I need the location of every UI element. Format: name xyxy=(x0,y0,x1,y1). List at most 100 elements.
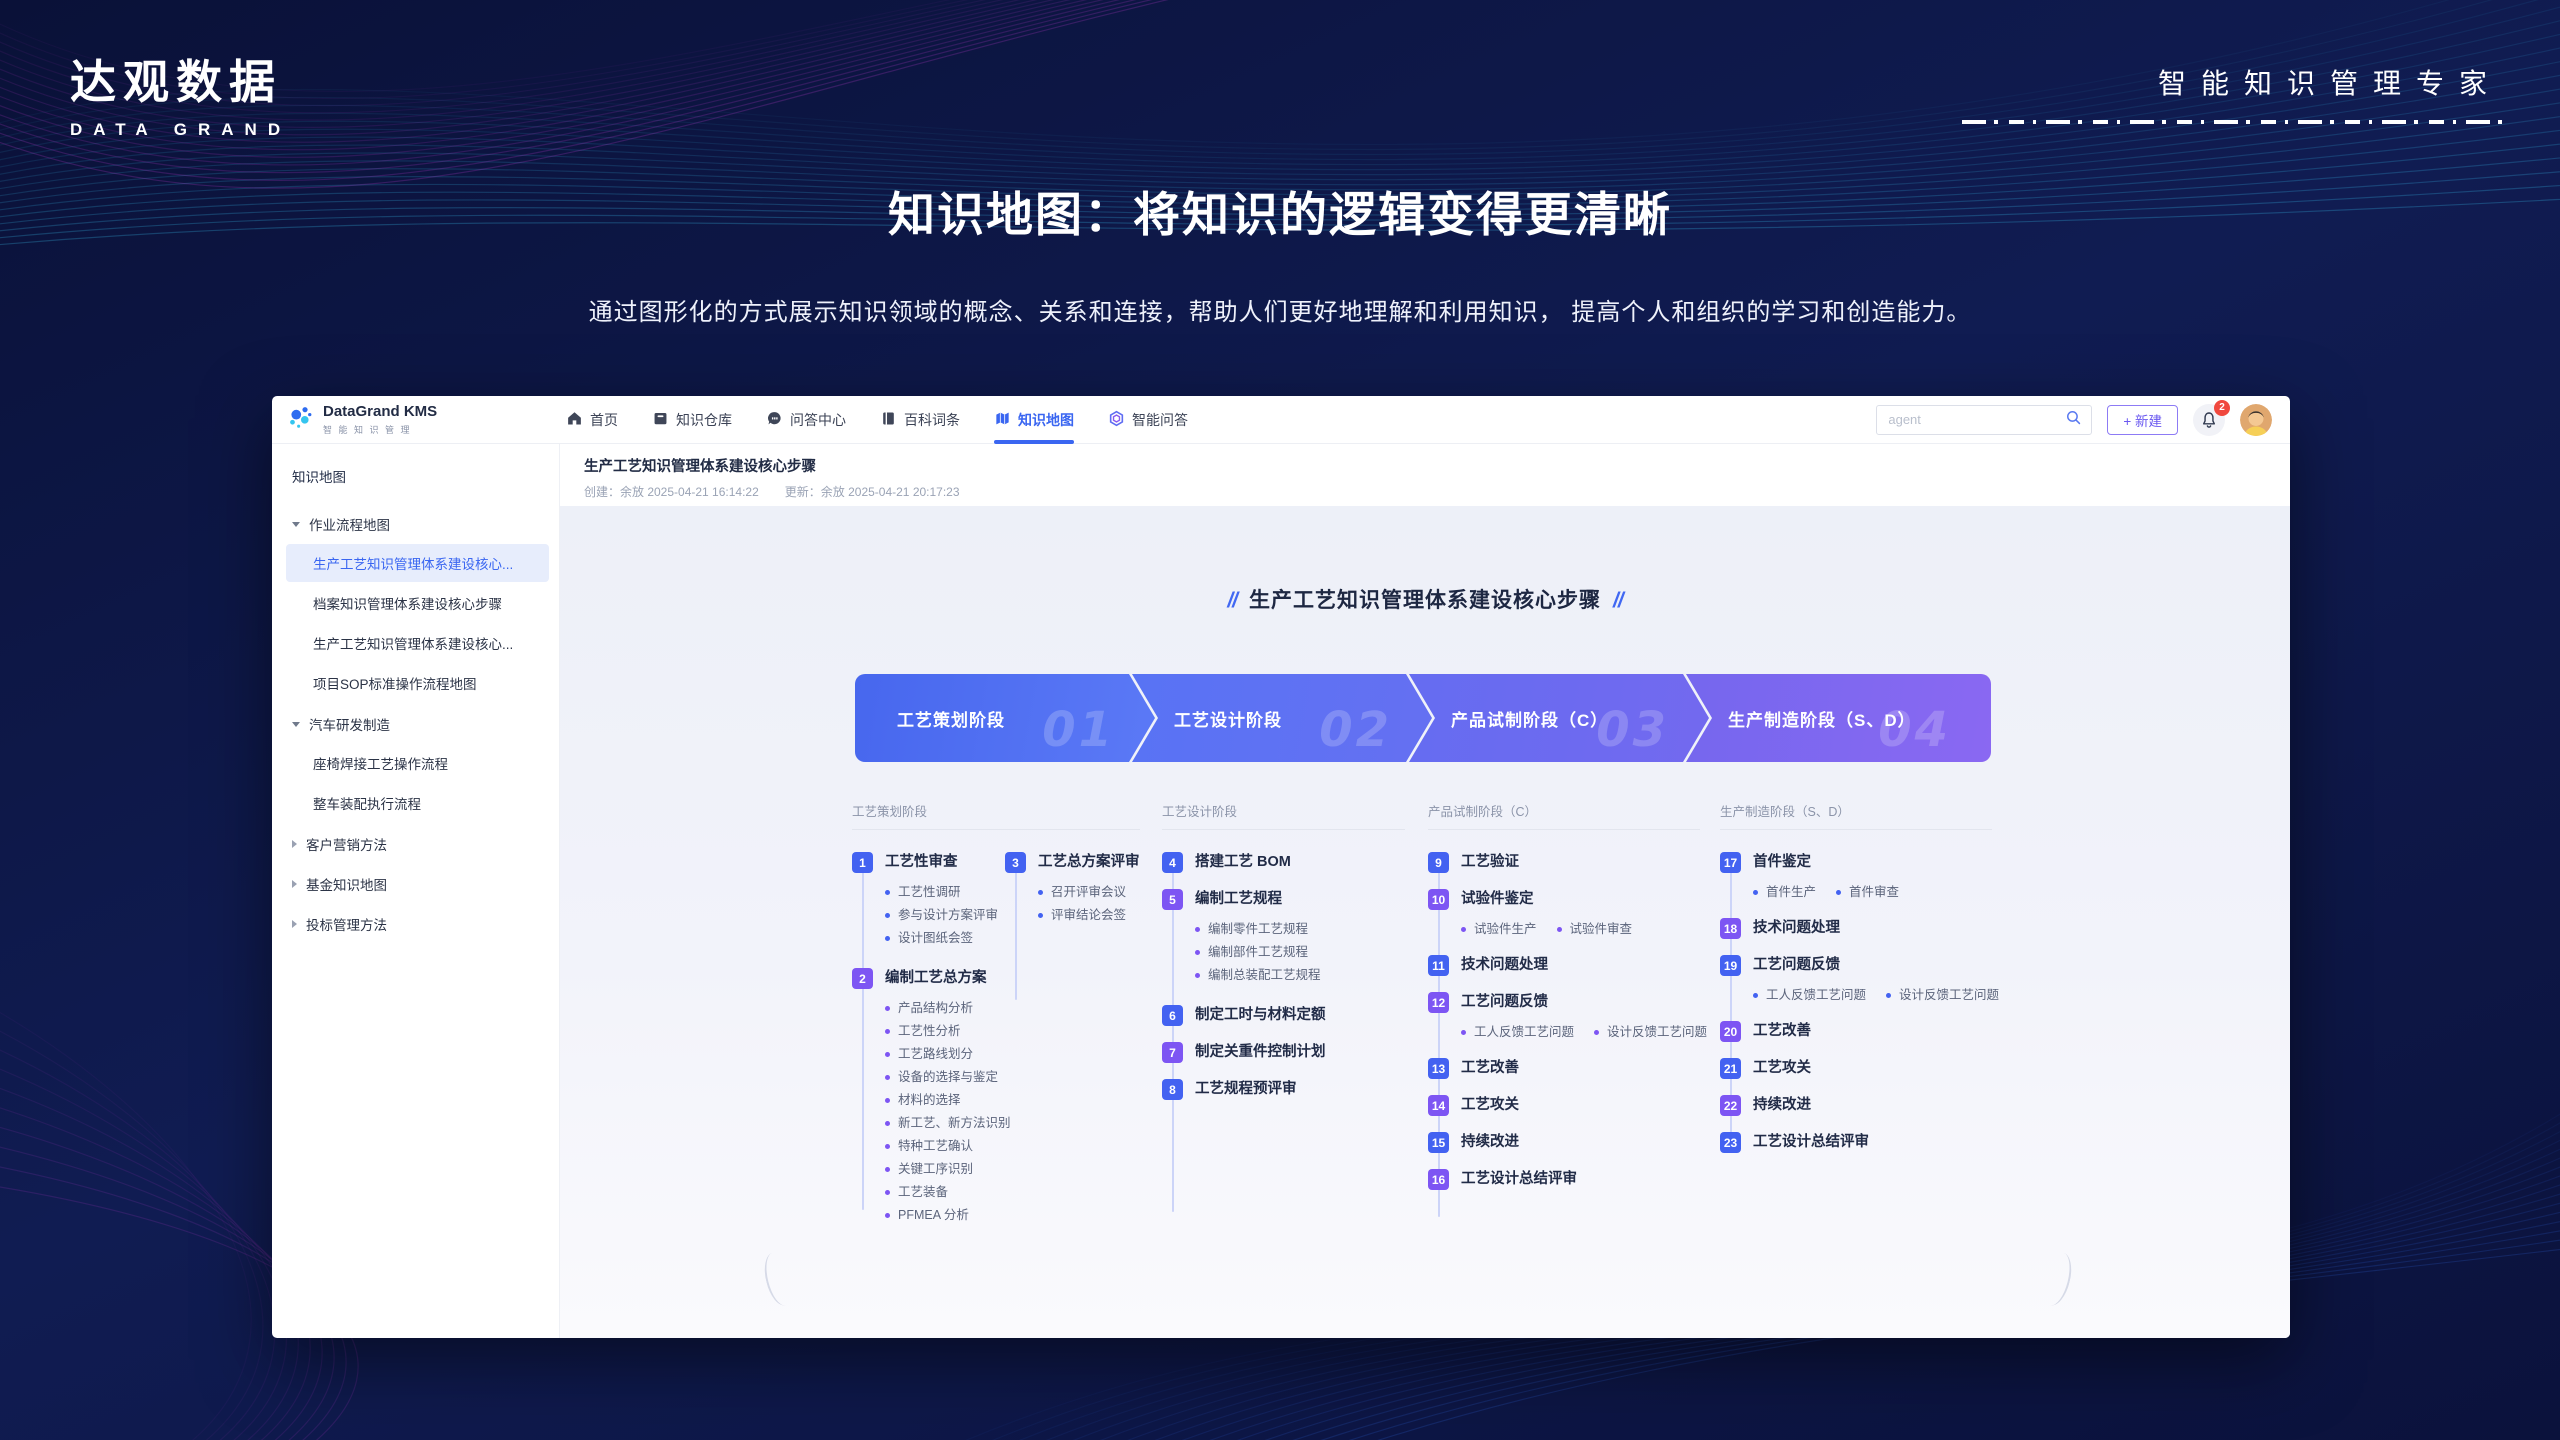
bullet-dot-icon xyxy=(1038,890,1043,895)
step-bullet: 工人反馈工艺问题 xyxy=(1461,1021,1574,1044)
step-title: 工艺攻关 xyxy=(1461,1095,1519,1116)
sidebar-item-1-0[interactable]: 座椅焊接工艺操作流程 xyxy=(286,744,549,782)
qa-chat-icon xyxy=(766,410,783,430)
bullet-dot-icon xyxy=(885,1006,890,1011)
sidebar-item-0-1[interactable]: 档案知识管理体系建设核心步骤 xyxy=(286,584,549,622)
bullet-label: 材料的选择 xyxy=(898,1089,961,1112)
sidebar-group-3[interactable]: 基金知识地图 xyxy=(286,866,549,902)
sidebar-group-label: 客户营销方法 xyxy=(306,834,387,854)
caret-down-icon[interactable] xyxy=(292,522,300,527)
tagline-block: 智能知识管理专家 xyxy=(1962,62,2502,124)
step-number-badge: 2 xyxy=(852,968,873,989)
bullet-dot-icon xyxy=(1557,927,1562,932)
doc-meta: 创建：余放 2025-04-21 16:14:22 更新：余放 2025-04-… xyxy=(584,483,2290,500)
slide-background: 达观数据 DATA GRAND 智能知识管理专家 知识地图：将知识的逻辑变得更清… xyxy=(0,0,2560,1440)
step-title: 首件鉴定 xyxy=(1753,852,1811,873)
step-bullets: 产品结构分析工艺性分析工艺路线划分设备的选择与鉴定材料的选择新工艺、新方法识别特… xyxy=(885,997,1005,1227)
bullet-label: 设计反馈工艺问题 xyxy=(1607,1021,1707,1044)
bullet-label: 工人反馈工艺问题 xyxy=(1474,1021,1574,1044)
step-bullet: 新工艺、新方法识别 xyxy=(885,1112,1005,1135)
bullet-dot-icon xyxy=(1038,913,1043,918)
step-title: 工艺总方案评审 xyxy=(1038,852,1140,873)
nav-item-wiki-book[interactable]: 百科词条 xyxy=(880,396,960,444)
step-number-badge: 14 xyxy=(1428,1095,1449,1116)
kms-name: DataGrand KMS xyxy=(323,404,437,420)
nav-item-map[interactable]: 知识地图 xyxy=(994,396,1074,444)
sidebar-item-1-1[interactable]: 整车装配执行流程 xyxy=(286,784,549,822)
step-number-badge: 3 xyxy=(1005,852,1026,873)
kms-brand[interactable]: DataGrand KMS 智 能 知 识 管 理 xyxy=(288,404,536,436)
sidebar-group-2[interactable]: 客户营销方法 xyxy=(286,826,549,862)
bullet-dot-icon xyxy=(1461,1030,1466,1035)
nav-item-home[interactable]: 首页 xyxy=(566,396,618,444)
new-button[interactable]: + 新建 xyxy=(2107,405,2178,435)
bullet-label: 召开评审会议 xyxy=(1051,881,1126,904)
search-box[interactable] xyxy=(1876,405,2092,435)
step-bullet: 编制总装配工艺规程 xyxy=(1195,964,1326,987)
step-number-badge: 12 xyxy=(1428,992,1449,1013)
step-bullet: 评审结论会签 xyxy=(1038,904,1140,927)
step-number-badge: 4 xyxy=(1162,852,1183,873)
avatar[interactable] xyxy=(2240,404,2272,436)
step-title: 工艺设计总结评审 xyxy=(1753,1132,1869,1153)
step-bullet: PFMEA 分析 xyxy=(885,1204,1005,1227)
sidebar-group-label: 汽车研发制造 xyxy=(309,714,390,734)
nav-item-label: 百科词条 xyxy=(904,410,960,430)
bullet-label: 工艺性分析 xyxy=(898,1020,961,1043)
step-bullet: 工艺性分析 xyxy=(885,1020,1005,1043)
sidebar-group-1[interactable]: 汽车研发制造 xyxy=(286,706,549,742)
step-bullet: 产品结构分析 xyxy=(885,997,1005,1020)
sidebar-group-0[interactable]: 作业流程地图 xyxy=(286,506,549,542)
sidebar-item-0-3[interactable]: 项目SOP标准操作流程地图 xyxy=(286,664,549,702)
bullet-label: 编制零件工艺规程 xyxy=(1208,918,1308,941)
sidebar-group-4[interactable]: 投标管理方法 xyxy=(286,906,549,942)
caret-right-icon[interactable] xyxy=(292,880,297,888)
step-bullets: 工人反馈工艺问题设计反馈工艺问题 xyxy=(1753,984,1999,1007)
caret-down-icon[interactable] xyxy=(292,722,300,727)
step-bullet: 编制部件工艺规程 xyxy=(1195,941,1326,964)
step-number-badge: 10 xyxy=(1428,889,1449,910)
sidebar-item-0-2[interactable]: 生产工艺知识管理体系建设核心... xyxy=(286,624,549,662)
stage-arrow-2: 02工艺设计阶段 xyxy=(1132,674,1432,762)
nav-item-qa-chat[interactable]: 问答中心 xyxy=(766,396,846,444)
nav-item-label: 知识仓库 xyxy=(676,410,732,430)
map-step-7: 7制定关重件控制计划 xyxy=(1162,1042,1326,1063)
nav-item-label: 首页 xyxy=(590,410,618,430)
step-number-badge: 6 xyxy=(1162,1005,1183,1026)
step-number-badge: 13 xyxy=(1428,1058,1449,1079)
slide-subtitle: 通过图形化的方式展示知识领域的概念、关系和连接，帮助人们更好地理解和利用知识， … xyxy=(0,292,2560,327)
search-icon[interactable] xyxy=(2065,409,2082,431)
step-connector-line xyxy=(1438,858,1440,1217)
map-step-6: 6制定工时与材料定额 xyxy=(1162,1005,1326,1026)
step-bullets: 工人反馈工艺问题 设计反馈工艺问题 xyxy=(1461,1021,1707,1044)
repository-icon xyxy=(652,410,669,430)
map-icon xyxy=(994,410,1011,430)
bullet-dot-icon xyxy=(885,1144,890,1149)
caret-right-icon[interactable] xyxy=(292,920,297,928)
doc-header: 生产工艺知识管理体系建设核心步骤 创建：余放 2025-04-21 16:14:… xyxy=(560,444,2290,506)
step-number-badge: 21 xyxy=(1720,1058,1741,1079)
bullet-dot-icon xyxy=(1195,927,1200,932)
nav-item-repository[interactable]: 知识仓库 xyxy=(652,396,732,444)
notification-bell[interactable]: 2 xyxy=(2193,404,2225,436)
step-title: 工艺改善 xyxy=(1753,1021,1811,1042)
step-bullet: 试验件审查 xyxy=(1557,918,1633,941)
brand-logo-cn: 达观数据 xyxy=(70,46,291,112)
step-number-badge: 5 xyxy=(1162,889,1183,910)
app-window: DataGrand KMS 智 能 知 识 管 理 首页 知识仓库 问答中心 百科词条… xyxy=(272,396,2290,1338)
kms-subtitle: 智 能 知 识 管 理 xyxy=(323,423,437,436)
nav-item-ai-qa[interactable]: 智能问答 xyxy=(1108,396,1188,444)
step-bullets: 工艺性调研参与设计方案评审设计图纸会签 xyxy=(885,881,1005,950)
bullet-dot-icon xyxy=(1836,890,1841,895)
step-bullets: 编制零件工艺规程编制部件工艺规程编制总装配工艺规程 xyxy=(1195,918,1326,987)
step-bullet: 关键工序识别 xyxy=(885,1158,1005,1181)
sidebar-item-0-0[interactable]: 生产工艺知识管理体系建设核心... xyxy=(286,544,549,582)
caret-right-icon[interactable] xyxy=(292,840,297,848)
bullet-label: 工艺路线划分 xyxy=(898,1043,973,1066)
map-column-header: 工艺策划阶段 xyxy=(852,801,1140,830)
step-bullets: 召开评审会议评审结论会签 xyxy=(1038,881,1140,927)
search-input[interactable] xyxy=(1886,411,2065,428)
nav-item-label: 问答中心 xyxy=(790,410,846,430)
bullet-label: 工人反馈工艺问题 xyxy=(1766,984,1866,1007)
doc-updated: 更新：余放 2025-04-21 20:17:23 xyxy=(785,483,960,500)
